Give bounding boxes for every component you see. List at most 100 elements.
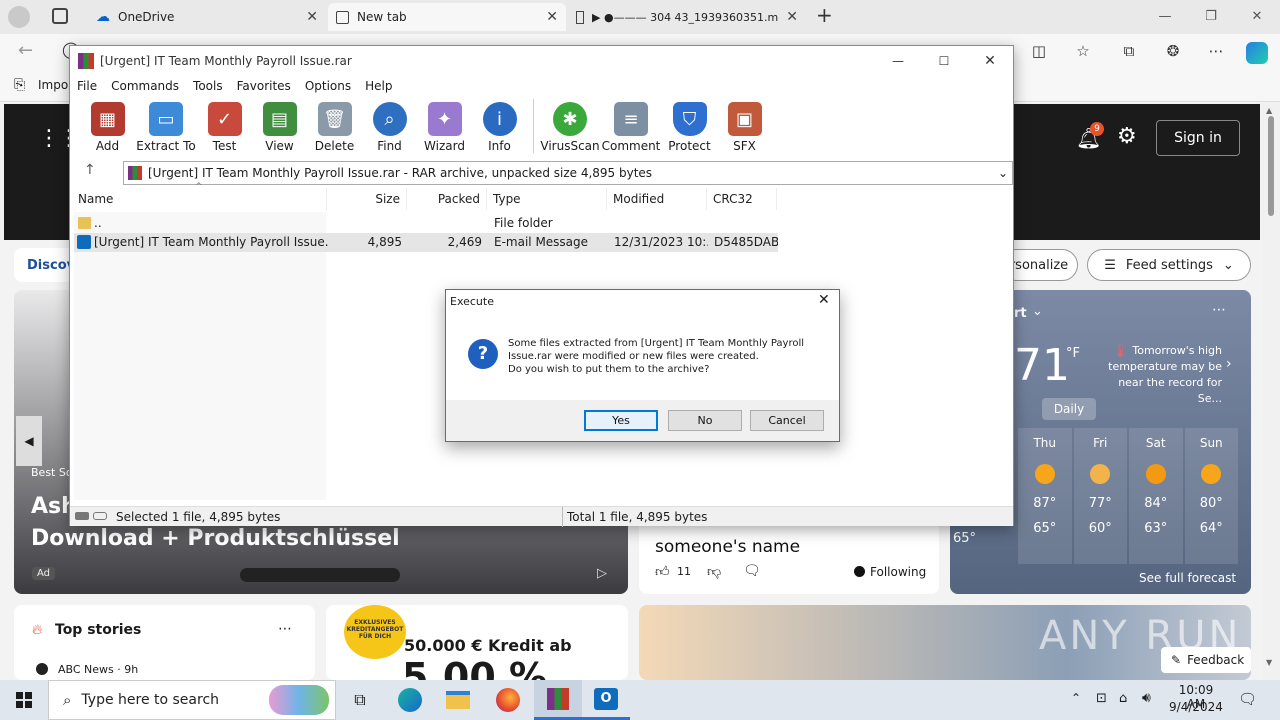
start-button[interactable]: [0, 680, 48, 720]
wifi-icon[interactable]: ⌂: [1119, 691, 1127, 706]
table-row[interactable]: .. File folder: [74, 214, 778, 233]
feedback-button[interactable]: ✎ Feedback: [1161, 647, 1251, 673]
tab-daily[interactable]: Daily: [1042, 398, 1096, 420]
feed-settings-button[interactable]: ☰ Feed settings ⌄: [1087, 249, 1251, 281]
like-icon[interactable]: 👍︎: [655, 563, 670, 580]
scroll-down-icon[interactable]: ▼: [1266, 658, 1272, 667]
maximize-icon[interactable]: ☐: [921, 54, 967, 68]
favorites-star-icon[interactable]: ☆: [1070, 38, 1096, 64]
top-stories-heading: Top stories: [55, 622, 142, 638]
file-explorer-icon[interactable]: [434, 680, 482, 720]
network-icon[interactable]: ⊡: [1096, 691, 1107, 706]
tab-actions-icon[interactable]: [52, 8, 68, 24]
delete-button[interactable]: 🗑︎ Delete: [307, 96, 362, 156]
profile-avatar[interactable]: [8, 6, 30, 28]
settings-gear-icon[interactable]: ⚙: [1117, 124, 1137, 149]
close-window-icon[interactable]: ✕: [1234, 0, 1280, 32]
more-options-icon[interactable]: ⋯: [278, 621, 292, 637]
scroll-thumb[interactable]: [1268, 116, 1274, 216]
hero-title-line2: Download + Produktschlüssel: [31, 526, 400, 551]
minimize-icon[interactable]: —: [1142, 0, 1188, 32]
firefox-icon[interactable]: [484, 680, 532, 720]
tab-media[interactable]: ▶ ●——— 304 43_1939360351.m ✕: [568, 3, 806, 31]
menu-file[interactable]: File: [70, 79, 104, 93]
chevron-right-icon[interactable]: ›: [1226, 356, 1232, 372]
back-icon[interactable]: ←: [18, 40, 33, 61]
following-label[interactable]: Following: [870, 565, 926, 579]
menu-help[interactable]: Help: [358, 79, 399, 93]
promo-card[interactable]: EXKLUSIVES KREDITANGEBOT FÜR DICH 50.000…: [326, 605, 628, 680]
close-icon[interactable]: ✕: [967, 53, 1013, 69]
task-view-icon[interactable]: ⧉: [336, 680, 384, 720]
info-button[interactable]: i Info: [472, 96, 527, 156]
photo-card[interactable]: ANY RUN ✎ Feedback: [639, 605, 1251, 680]
taskbar-search-box[interactable]: ⌕ Type here to search: [48, 680, 336, 720]
collections-icon[interactable]: ⧉: [1116, 38, 1142, 64]
volume-icon[interactable]: 🔊︎: [1142, 690, 1151, 706]
add-button[interactable]: ▦ Add: [80, 96, 135, 156]
comment-button[interactable]: ≡ Comment: [600, 96, 662, 156]
show-hidden-icons[interactable]: ⌃: [1071, 691, 1081, 705]
menu-tools[interactable]: Tools: [186, 79, 230, 93]
see-full-forecast-link[interactable]: See full forecast: [1139, 571, 1236, 585]
test-button[interactable]: ✓ Test: [197, 96, 252, 156]
tab-onedrive[interactable]: ☁ OneDrive ✕: [88, 3, 326, 31]
find-button[interactable]: ⌕ Find: [362, 96, 417, 156]
sliders-icon: ☰: [1104, 257, 1116, 273]
more-options-icon[interactable]: ⋯: [1212, 302, 1226, 318]
copilot-icon[interactable]: [1246, 42, 1268, 64]
virusscan-button[interactable]: ✱ VirusScan: [540, 96, 600, 156]
path-bar: ↑ [Urgent] IT Team Monthly Payroll Issue…: [70, 160, 1013, 186]
sign-in-button[interactable]: Sign in: [1156, 120, 1240, 156]
discover-pill[interactable]: Discov: [14, 248, 75, 282]
path-combobox[interactable]: [Urgent] IT Team Monthly Payroll Issue.r…: [123, 161, 1013, 185]
column-header-type[interactable]: Type: [487, 188, 607, 210]
menu-commands[interactable]: Commands: [104, 79, 186, 93]
clipboard-check-icon: ✓: [207, 102, 242, 136]
menu-options[interactable]: Options: [298, 79, 358, 93]
close-icon[interactable]: ✕: [786, 9, 798, 25]
current-temperature: 71: [1014, 340, 1070, 391]
chevron-down-icon[interactable]: ⌄: [998, 166, 1008, 180]
scroll-up-icon[interactable]: ▲: [1266, 106, 1272, 115]
column-header-size[interactable]: Size: [327, 188, 407, 210]
clock-date[interactable]: 9/4/2024: [1168, 700, 1224, 714]
column-header-modified[interactable]: Modified: [607, 188, 707, 210]
table-row[interactable]: [Urgent] IT Team Monthly Payroll Issue.e…: [74, 233, 778, 252]
prev-arrow-icon[interactable]: ◀: [16, 416, 42, 466]
winrar-taskbar-icon[interactable]: [534, 680, 582, 720]
edge-browser-icon[interactable]: [386, 680, 434, 720]
page-scrollbar[interactable]: ▲ ▼: [1262, 102, 1280, 680]
protect-button[interactable]: ⛉ Protect: [662, 96, 717, 156]
dislike-icon[interactable]: 👎︎: [707, 563, 721, 580]
view-button[interactable]: ▤ View: [252, 96, 307, 156]
weather-alert[interactable]: Tomorrow's high temperature may be near …: [1096, 343, 1222, 407]
new-tab-plus-icon[interactable]: +: [816, 3, 833, 27]
notification-center-icon[interactable]: 🗨︎: [1238, 690, 1257, 708]
split-screen-icon[interactable]: ◫: [1026, 38, 1052, 64]
tab-new-tab[interactable]: New tab ✕: [328, 3, 566, 31]
extract-to-button[interactable]: ▭ Extract To: [135, 96, 197, 156]
wizard-button[interactable]: ✦ Wizard: [417, 96, 472, 156]
cancel-button[interactable]: Cancel: [750, 410, 824, 431]
close-icon[interactable]: ✕: [818, 292, 830, 308]
menu-favorites[interactable]: Favorites: [230, 79, 298, 93]
outlook-icon[interactable]: O: [582, 680, 630, 720]
favorites-import-link[interactable]: Impor: [38, 78, 73, 92]
yes-button[interactable]: Yes: [584, 410, 658, 431]
maximize-icon[interactable]: ❐: [1188, 0, 1234, 32]
no-button[interactable]: No: [668, 410, 742, 431]
column-header-crc32[interactable]: CRC32: [707, 188, 777, 210]
up-folder-icon[interactable]: ↑: [84, 162, 96, 178]
comment-icon[interactable]: 🗨︎: [743, 563, 761, 579]
carousel-dots[interactable]: [240, 568, 400, 582]
close-icon[interactable]: ✕: [306, 9, 318, 25]
weather-location[interactable]: rt: [1014, 306, 1027, 321]
column-header-packed[interactable]: Packed: [407, 188, 487, 210]
more-menu-icon[interactable]: ⋯: [1203, 38, 1229, 64]
minimize-icon[interactable]: —: [875, 54, 921, 68]
play-icon[interactable]: ▷: [597, 566, 607, 581]
extensions-icon[interactable]: ❂: [1160, 38, 1186, 64]
sfx-button[interactable]: ▣ SFX: [717, 96, 772, 156]
close-icon[interactable]: ✕: [546, 9, 558, 25]
